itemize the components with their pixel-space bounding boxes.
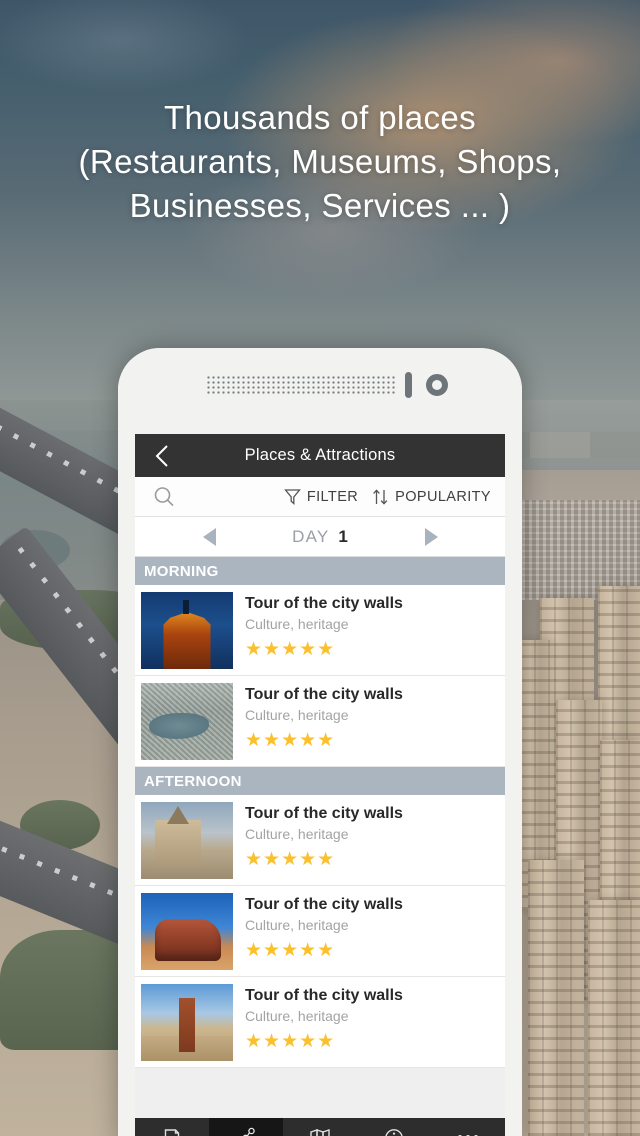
app-titlebar: Places & Attractions — [135, 434, 505, 477]
page-title: Places & Attractions — [244, 446, 396, 464]
phone-top-bezel — [118, 348, 522, 428]
list-item-title: Tour of the city walls — [245, 805, 403, 822]
list-item-title: Tour of the city walls — [245, 686, 403, 703]
list-item[interactable]: Tour of the city walls Culture, heritage… — [135, 795, 505, 886]
tab-map[interactable]: Map — [283, 1118, 357, 1136]
search-button[interactable] — [135, 486, 193, 508]
ellipsis-icon — [458, 1126, 478, 1136]
next-day-button[interactable] — [409, 517, 453, 557]
headline-line-3: Businesses, Services ... ) — [129, 187, 511, 224]
red-rock-desert-thumb — [141, 893, 233, 970]
list-item-subtitle: Culture, heritage — [245, 917, 349, 933]
list-item-title: Tour of the city walls — [245, 595, 403, 612]
list-item-subtitle: Culture, heritage — [245, 826, 349, 842]
info-icon — [384, 1126, 404, 1136]
route-icon — [235, 1126, 257, 1136]
prev-day-button[interactable] — [187, 517, 231, 557]
day-selector: DAY 1 — [135, 517, 505, 557]
fort-building-thumb — [141, 802, 233, 879]
minaret-tower-thumb — [141, 984, 233, 1061]
tab-itinerary[interactable]: Itinerary — [209, 1118, 283, 1136]
chevron-left-icon — [155, 444, 168, 467]
bottom-tabbar: Guide Itinerary — [135, 1118, 505, 1136]
list-item[interactable]: Tour of the city walls Culture, heritage… — [135, 977, 505, 1068]
rating-stars: ★★★★★ — [245, 940, 336, 961]
list-item[interactable]: Tour of the city walls Culture, heritage… — [135, 585, 505, 676]
day-label: DAY — [292, 526, 330, 546]
sort-button[interactable]: POPULARITY — [372, 488, 505, 506]
list-item-text: Tour of the city walls Culture, heritage… — [233, 984, 505, 1060]
list-item[interactable]: Tour of the city walls Culture, heritage… — [135, 676, 505, 767]
list-item[interactable]: Tour of the city walls Culture, heritage… — [135, 886, 505, 977]
section-header-afternoon: AFTERNOON — [135, 767, 505, 795]
list-item-title: Tour of the city walls — [245, 987, 403, 1004]
front-camera-icon — [426, 374, 448, 396]
aerial-coast-thumb — [141, 683, 233, 760]
triangle-left-icon — [202, 528, 216, 546]
marketing-headline: Thousands of places (Restaurants, Museum… — [0, 96, 640, 228]
triangle-right-icon — [424, 528, 438, 546]
list-item-text: Tour of the city walls Culture, heritage… — [233, 592, 505, 668]
headline-line-2: (Restaurants, Museums, Shops, — [78, 143, 562, 180]
book-icon — [162, 1126, 182, 1136]
rating-stars: ★★★★★ — [245, 849, 336, 870]
funnel-icon — [283, 489, 301, 505]
proximity-sensor-icon — [405, 372, 412, 398]
list-item-text: Tour of the city walls Culture, heritage… — [233, 802, 505, 878]
tab-more[interactable]: More — [431, 1118, 505, 1136]
list-item-title: Tour of the city walls — [245, 896, 403, 913]
rating-stars: ★★★★★ — [245, 1031, 336, 1052]
tab-info[interactable]: Info — [357, 1118, 431, 1136]
list-item-subtitle: Culture, heritage — [245, 1008, 349, 1024]
section-header-morning: MORNING — [135, 557, 505, 585]
list-item-subtitle: Culture, heritage — [245, 616, 349, 632]
day-number: 1 — [338, 526, 348, 546]
headline-line-1: Thousands of places — [163, 99, 477, 136]
back-button[interactable] — [147, 434, 177, 477]
list-item-subtitle: Culture, heritage — [245, 707, 349, 723]
filter-button[interactable]: FILTER — [283, 488, 372, 505]
speaker-grille-icon — [206, 375, 396, 395]
phone-screen: Places & Attractions FILTER POPULARITY D… — [135, 434, 505, 1136]
map-icon — [309, 1126, 331, 1136]
phone-mockup: Places & Attractions FILTER POPULARITY D… — [118, 348, 522, 1136]
itinerary-list[interactable]: MORNING Tour of the city walls Culture, … — [135, 557, 505, 1118]
list-item-text: Tour of the city walls Culture, heritage… — [233, 893, 505, 969]
filter-toolbar: FILTER POPULARITY — [135, 477, 505, 517]
search-icon — [154, 486, 174, 506]
tab-guide[interactable]: Guide — [135, 1118, 209, 1136]
list-item-text: Tour of the city walls Culture, heritage… — [233, 683, 505, 759]
tower-at-dusk-thumb — [141, 592, 233, 669]
rating-stars: ★★★★★ — [245, 639, 336, 660]
rating-stars: ★★★★★ — [245, 730, 336, 751]
filter-label: FILTER — [306, 488, 359, 505]
sort-arrows-icon — [373, 488, 388, 505]
sort-label: POPULARITY — [395, 488, 491, 505]
